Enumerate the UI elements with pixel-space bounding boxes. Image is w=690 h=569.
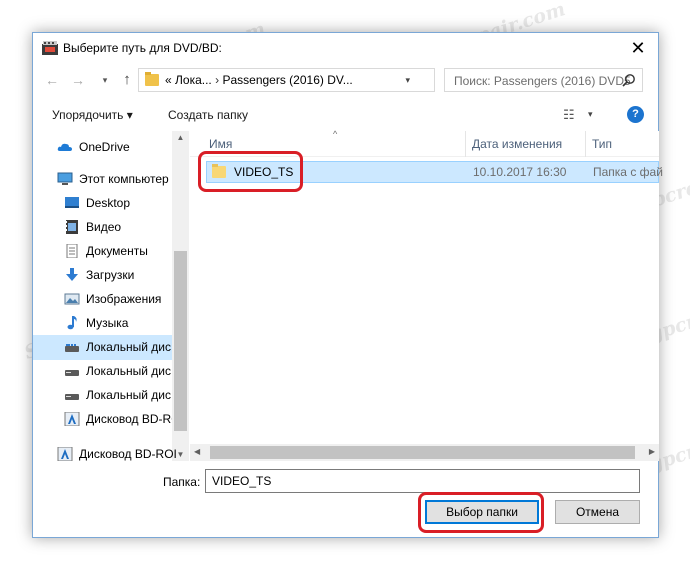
- sidebar-item-bd-rom[interactable]: Дисковод BD-RO: [64, 409, 181, 431]
- download-icon: [66, 268, 78, 281]
- folder-label: Папка:: [163, 475, 201, 489]
- drive-icon: [65, 344, 79, 352]
- file-date: 10.10.2017 16:30: [473, 165, 567, 179]
- sidebar-item-video[interactable]: Видео: [64, 217, 172, 239]
- sidebar-item-documents[interactable]: Документы: [64, 241, 172, 263]
- video-icon: [66, 220, 78, 234]
- scroll-up-icon[interactable]: ▲: [172, 133, 189, 142]
- desktop-icon: [65, 197, 79, 208]
- sidebar-item-local-disk[interactable]: Локальный дис: [33, 335, 172, 360]
- view-dropdown-button[interactable]: ▾: [588, 109, 593, 120]
- file-type: Папка с фай: [593, 165, 663, 179]
- navigation-pane-scrollbar[interactable]: ▲ ▼: [172, 131, 189, 461]
- sidebar-item-label: Дисковод BD-RO: [86, 412, 181, 426]
- drive-icon: [65, 394, 79, 400]
- organize-button[interactable]: Упорядочить ▾: [52, 108, 133, 122]
- column-date-modified[interactable]: Дата изменения: [472, 137, 562, 151]
- optical-drive-icon: [57, 447, 73, 461]
- sidebar-item-label: Локальный дис: [86, 388, 171, 402]
- sidebar-item-local-disk[interactable]: Локальный дис: [64, 361, 172, 383]
- sidebar-item-downloads[interactable]: Загрузки: [64, 265, 172, 287]
- folder-picker-dialog: Выберите путь для DVD/BD: ✕ ← → ▾ ↑ « Ло…: [32, 32, 663, 538]
- breadcrumb-overflow[interactable]: «: [165, 73, 172, 87]
- column-divider[interactable]: [585, 131, 586, 157]
- navigation-pane: OneDrive Этот компьютер Desktop Видео До…: [33, 131, 187, 461]
- toolbar: Упорядочить ▾ Создать папку ☷ ▾ ?: [33, 97, 658, 131]
- drive-icon: [65, 370, 79, 376]
- search-input[interactable]: Поиск: Passengers (2016) DVD5: [444, 68, 643, 92]
- scroll-left-icon[interactable]: ◀: [194, 447, 200, 456]
- sidebar-item-label: Этот компьютер: [79, 172, 169, 186]
- view-options-icon[interactable]: ☷: [563, 107, 575, 123]
- back-button[interactable]: ←: [44, 72, 60, 88]
- breadcrumb-separator: ›: [215, 73, 220, 87]
- sidebar-item-label: Загрузки: [86, 268, 135, 282]
- search-icon: [622, 74, 635, 87]
- sidebar-item-music[interactable]: Музыка: [64, 313, 172, 335]
- breadcrumb: « Лока... › Passengers (2016) DV...: [165, 73, 353, 87]
- optical-drive-icon: [64, 412, 80, 426]
- horizontal-scrollbar[interactable]: ◀ ▶: [190, 444, 659, 461]
- forward-button[interactable]: →: [70, 72, 86, 88]
- sort-ascending-icon: ^: [333, 129, 338, 139]
- highlight-frame: [198, 151, 303, 192]
- app-icon: [42, 41, 58, 55]
- cloud-icon: [57, 143, 72, 151]
- highlight-frame: [418, 492, 544, 533]
- new-folder-button[interactable]: Создать папку: [168, 108, 248, 122]
- folder-icon: [145, 72, 159, 86]
- sidebar-item-onedrive[interactable]: OneDrive: [57, 137, 172, 159]
- computer-icon: [57, 172, 73, 185]
- sidebar-item-label: Локальный дис: [86, 340, 171, 354]
- recent-locations-button[interactable]: ▾: [97, 72, 113, 88]
- close-button[interactable]: ✕: [626, 36, 650, 60]
- sidebar-item-this-pc[interactable]: Этот компьютер: [57, 169, 172, 191]
- cancel-button[interactable]: Отмена: [555, 500, 640, 524]
- folder-name-field[interactable]: VIDEO_TS: [205, 469, 640, 493]
- search-placeholder: Поиск: Passengers (2016) DVD5: [454, 74, 631, 88]
- folder-name-value: VIDEO_TS: [212, 474, 272, 488]
- scroll-right-icon[interactable]: ▶: [649, 447, 655, 456]
- navigation-bar: ← → ▾ ↑ « Лока... › Passengers (2016) DV…: [33, 63, 658, 97]
- breadcrumb-item[interactable]: Passengers (2016) DV...: [222, 73, 352, 87]
- sidebar-item-label: Документы: [86, 244, 148, 258]
- breadcrumb-item[interactable]: Лока...: [175, 73, 212, 87]
- sidebar-item-desktop[interactable]: Desktop: [64, 193, 172, 215]
- sidebar-item-label: Дисковод BD-ROI: [79, 447, 177, 461]
- help-button[interactable]: ?: [627, 106, 644, 123]
- sidebar-item-label: Локальный дис: [86, 364, 171, 378]
- scrollbar-thumb[interactable]: [210, 446, 635, 459]
- sidebar-item-label: Видео: [86, 220, 122, 234]
- sidebar-item-local-disk[interactable]: Локальный дис: [64, 385, 172, 407]
- address-dropdown-button[interactable]: ▾: [405, 75, 410, 86]
- sidebar-item-label: Изображения: [86, 292, 162, 306]
- column-divider[interactable]: [465, 131, 466, 157]
- dialog-title: Выберите путь для DVD/BD:: [63, 41, 222, 55]
- sidebar-item-images[interactable]: Изображения: [64, 289, 172, 311]
- sidebar-item-label: Desktop: [86, 196, 131, 210]
- sidebar-item-label: Музыка: [86, 316, 129, 330]
- music-icon: [67, 316, 77, 330]
- sidebar-item-bd-rom[interactable]: Дисковод BD-ROI: [57, 444, 177, 466]
- column-name[interactable]: Имя: [209, 137, 232, 151]
- up-button[interactable]: ↑: [119, 72, 135, 88]
- documents-icon: [66, 244, 78, 258]
- address-bar[interactable]: « Лока... › Passengers (2016) DV... ▾ ↻: [138, 68, 536, 92]
- sidebar-item-label: OneDrive: [79, 140, 130, 154]
- images-icon: [64, 293, 80, 305]
- scrollbar-thumb[interactable]: [174, 251, 187, 431]
- titlebar: Выберите путь для DVD/BD: ✕: [33, 33, 658, 63]
- column-type[interactable]: Тип: [592, 137, 612, 151]
